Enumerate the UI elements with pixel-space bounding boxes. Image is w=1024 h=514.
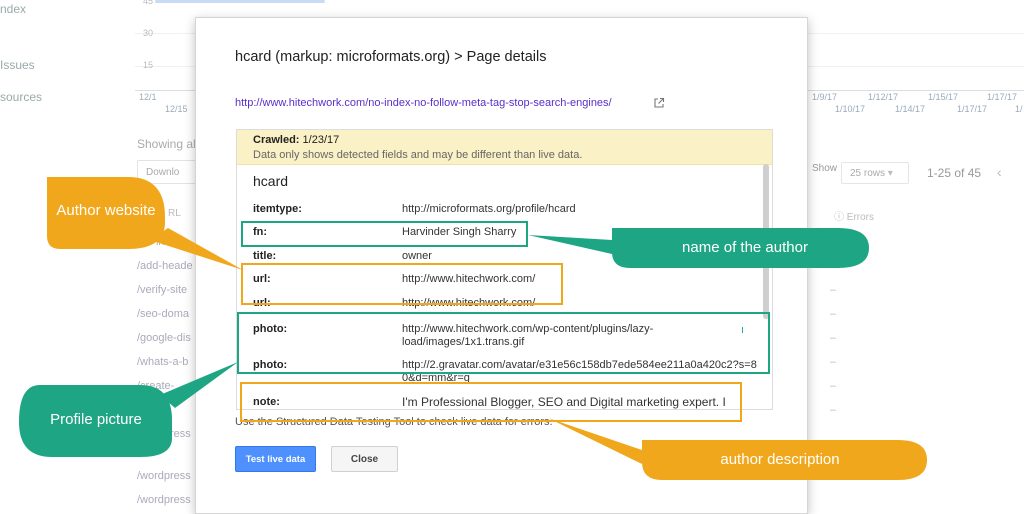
property-name: url:	[253, 273, 271, 285]
error-cell: –	[830, 284, 837, 296]
hcard-section-title: hcard	[253, 173, 289, 189]
info-icon: ⓘ	[834, 212, 844, 223]
crawl-note: Data only shows detected fields and may …	[253, 149, 583, 161]
showing-label: Showing al	[137, 137, 196, 151]
property-name: fn:	[253, 226, 268, 238]
table-row[interactable]: /wordpress	[137, 494, 191, 506]
property-value: http://www.hitechwork.com/	[402, 297, 536, 309]
sidebar-item-resources[interactable]: sources	[0, 90, 42, 104]
url-column-header[interactable]: RL	[168, 208, 181, 219]
table-row[interactable]: /whats-a-b	[137, 356, 188, 368]
page-url-link[interactable]: http://www.hitechwork.com/no-index-no-fo…	[235, 97, 612, 109]
graph-xtick: 1/12/17	[868, 92, 899, 102]
property-value: http://microformats.org/profile/hcard	[402, 203, 576, 215]
graph-xtick: 1/10/17	[835, 104, 866, 114]
close-button[interactable]: Close	[331, 446, 398, 472]
table-row[interactable]: /verify-site	[137, 284, 187, 296]
dialog-footnote: Use the Structured Data Testing Tool to …	[235, 416, 553, 428]
table-row[interactable]: /google-dis	[137, 332, 191, 344]
crawl-info-banner: Crawled: 1/23/17 Data only shows detecte…	[237, 130, 772, 165]
callout-name-author-label: name of the author	[682, 239, 808, 256]
graph-ytick: 15	[143, 60, 154, 70]
property-value: http://www.hitechwork.com/	[402, 273, 536, 285]
property-name: title:	[253, 250, 277, 262]
download-button[interactable]: Downlo	[137, 160, 197, 184]
pagination-count: 1-25 of 45	[927, 166, 982, 180]
errors-column-header[interactable]: ⓘ Errors	[834, 208, 874, 223]
crawled-line: Crawled: 1/23/17	[253, 134, 339, 146]
graph-xtick: 1/17/17	[957, 104, 988, 114]
property-name: url:	[253, 297, 271, 309]
table-row[interactable]: /wordpress	[137, 470, 191, 482]
property-name: photo:	[253, 359, 288, 371]
table-row[interactable]: /add-heade	[137, 260, 193, 272]
property-value: http://2.gravatar.com/avatar/e31e56c158d…	[402, 359, 757, 384]
text-cursor-mark	[742, 327, 743, 333]
error-cell: –	[830, 404, 837, 416]
test-live-data-button[interactable]: Test live data	[235, 446, 316, 472]
property-value: I'm Professional Blogger, SEO and Digita…	[402, 395, 726, 409]
errors-header-label: Errors	[846, 212, 875, 223]
graph-xtick: 1/15/17	[928, 92, 959, 102]
graph-xtick: 1/	[1015, 104, 1023, 114]
graph-xtick: 12/1	[139, 92, 157, 102]
page-details-dialog: hcard (markup: microformats.org) > Page …	[195, 17, 808, 514]
graph-ytick: 30	[143, 28, 154, 38]
callout-profile-picture-label: Profile picture	[50, 411, 142, 428]
dialog-title: hcard (markup: microformats.org) > Page …	[235, 49, 547, 65]
graph-xtick: 1/14/17	[895, 104, 926, 114]
sidebar-item-issues[interactable]: Issues	[0, 58, 35, 72]
details-panel: Crawled: 1/23/17 Data only shows detecte…	[236, 129, 773, 410]
chevron-left-icon[interactable]: ‹	[997, 164, 1002, 180]
table-row[interactable]: /create-	[137, 380, 174, 392]
graph-ytick: 45	[143, 0, 154, 6]
sidebar-item-index[interactable]: ndex	[0, 2, 26, 16]
rows-per-page-value: 25 rows	[850, 168, 886, 179]
property-name: itemtype:	[253, 203, 302, 215]
callout-author-description-label: author description	[720, 451, 840, 468]
crawled-label: Crawled:	[253, 134, 300, 146]
callout-author-website-label: Author website	[56, 202, 156, 219]
dropdown-arrow-icon: ▾	[887, 168, 893, 179]
error-cell: –	[830, 332, 837, 344]
property-value: owner	[402, 250, 432, 262]
graph-line	[155, 0, 325, 3]
rows-per-page-select[interactable]: 25 rows ▾	[841, 162, 909, 184]
table-row[interactable]: /seo-doma	[137, 308, 189, 320]
property-name: note:	[253, 396, 280, 408]
error-cell: –	[830, 308, 837, 320]
error-cell: –	[830, 356, 837, 368]
graph-xtick: 1/17/17	[987, 92, 1018, 102]
external-link-icon[interactable]	[653, 97, 665, 109]
crawled-date: 1/23/17	[302, 134, 340, 146]
graph-xtick: 1/9/17	[812, 92, 838, 102]
graph-xtick: 12/15	[165, 104, 188, 114]
property-value: http://www.hitechwork.com/wp-content/plu…	[402, 323, 654, 348]
error-cell: –	[830, 380, 837, 392]
property-value: Harvinder Singh Sharry	[402, 226, 517, 238]
show-label: Show	[812, 163, 838, 174]
property-name: photo:	[253, 323, 288, 335]
